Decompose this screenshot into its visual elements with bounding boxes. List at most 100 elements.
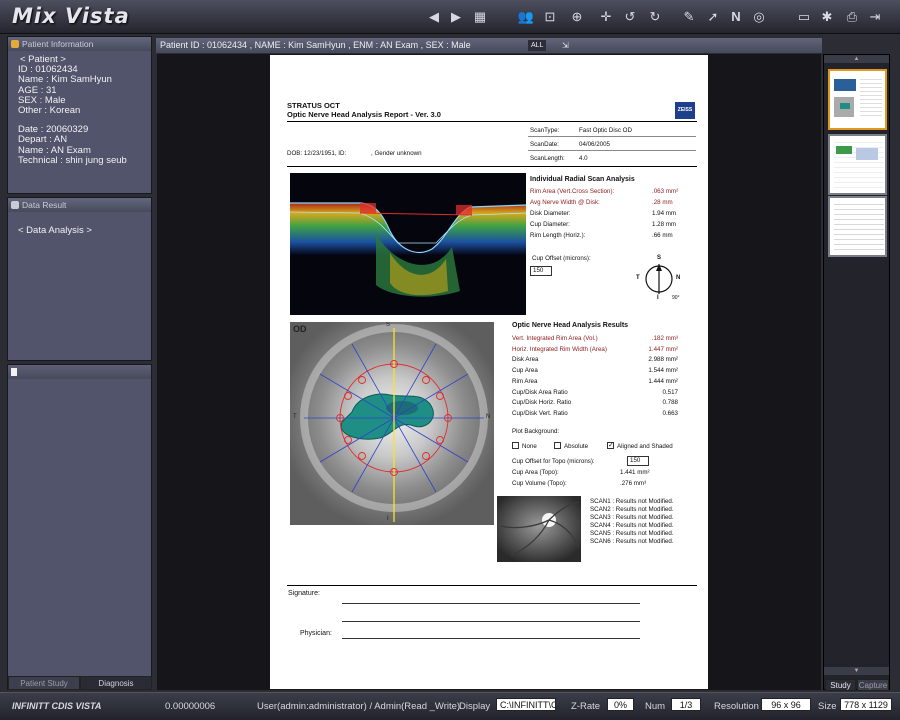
radial-title: Individual Radial Scan Analysis (530, 176, 635, 183)
plot-bg-absolute-checkbox[interactable] (554, 442, 561, 449)
result-label: Rim Area (512, 377, 538, 385)
patient-icon (11, 40, 19, 48)
result-value: .66 mm (652, 232, 673, 239)
rotate-left-icon[interactable]: ↺ (621, 8, 639, 26)
cup-offset-topo-label: Cup Offset for Topo (microns): (512, 458, 595, 465)
num-label: Num (645, 701, 666, 712)
cup-offset-value[interactable]: 150 (530, 266, 552, 276)
cup-volume-topo-value: .276 mm³ (620, 480, 647, 487)
result-label: Disk Area (512, 356, 539, 364)
result-value: .28 mm (652, 199, 673, 206)
cup-offset-topo-value[interactable]: 150 (627, 456, 649, 466)
study-technical: Technical : shin jung seub (18, 154, 127, 166)
compass-t: T (636, 275, 640, 281)
print-icon[interactable]: ⎙ (843, 8, 861, 26)
globe-icon[interactable]: ◎ (750, 8, 768, 26)
oct-scan-image (290, 173, 526, 315)
compass-graphic (645, 264, 673, 294)
arrow-right-icon[interactable]: ▶ (447, 8, 465, 26)
result-value: .182 mm³ (651, 335, 678, 342)
result-value: .063 mm² (652, 188, 679, 195)
orientation-compass: S T N I 90° (632, 255, 692, 303)
app-window: Mix Vista ◀ ▶ ▦ 👥 ⊡ ⊕ ✛ ↺ ↻ ✎ ➚ N ◎ ▭ ✱ … (0, 0, 900, 720)
status-user: User(admin:administrator) / Admin(Read _… (257, 701, 461, 712)
result-label: Cup Area (512, 367, 538, 375)
rotate-right-icon[interactable]: ↻ (646, 8, 664, 26)
scroll-down-icon[interactable]: ▼ (824, 667, 889, 675)
od-label: OD (293, 324, 307, 334)
result-label: Cup/Disk Vert. Ratio (512, 409, 568, 417)
cup-area-topo-value: 1.441 mm² (620, 469, 650, 476)
signature-line-2 (342, 621, 640, 622)
disc-map-graphic (290, 322, 494, 525)
compass-s: S (657, 255, 662, 261)
scroll-up-icon[interactable]: ▲ (824, 55, 889, 63)
scan-status-line: SCAN1 : Results not Modified. (590, 498, 674, 505)
plot-bg-none-checkbox[interactable] (512, 442, 519, 449)
onh-title: Optic Nerve Head Analysis Results (512, 322, 629, 329)
patient-header-text: Patient ID : 01062434 , NAME : Kim SamHy… (160, 40, 471, 50)
plot-bg-aligned-checkbox[interactable]: ✓ (607, 442, 614, 449)
settings-icon[interactable]: ✱ (818, 8, 836, 26)
pan-icon[interactable]: ✛ (597, 8, 615, 26)
left-tabs: Patient Study Diagnosis (8, 676, 152, 690)
fit-screen-icon[interactable]: ⊡ (541, 8, 559, 26)
result-value: 1.28 mm (652, 221, 677, 228)
result-label: Avg Nerve Width @ Disk: (530, 199, 600, 206)
exit-icon[interactable]: ⇥ (866, 8, 884, 26)
result-label: Rim Area (Vert.Cross Section): (530, 188, 615, 195)
data-analysis-nav[interactable]: < Data Analysis > (8, 212, 151, 236)
signature-label: Signature: (288, 590, 320, 597)
map-n: N (486, 414, 491, 420)
divider (287, 585, 697, 586)
tab-study[interactable]: Study (825, 679, 856, 691)
thumb-text-preview (860, 79, 882, 117)
plot-bg-aligned-label: Aligned and Shaded (617, 443, 673, 450)
all-button[interactable]: ALL (528, 40, 547, 51)
grid-layout-icon[interactable]: ▦ (471, 8, 489, 26)
resolution-label: Resolution (714, 701, 759, 712)
result-label: Vert. Integrated Rim Area (Vol.) (512, 335, 598, 342)
result-value: 1.447 mm² (648, 345, 678, 353)
fundus-photo (497, 496, 581, 562)
image-viewer[interactable]: STRATUS OCT Optic Nerve Head Analysis Re… (157, 54, 821, 690)
result-value: 0.517 (662, 388, 678, 396)
tab-diagnosis[interactable]: Diagnosis (80, 676, 152, 690)
thumb-graph-preview (856, 148, 878, 160)
tab-patient-study[interactable]: Patient Study (8, 676, 80, 690)
status-value: 0.00000006 (165, 701, 216, 712)
resolution-value: 96 x 96 (761, 698, 811, 711)
tab-capture[interactable]: Capture (857, 679, 889, 691)
report-subtitle: Optic Nerve Head Analysis Report - Ver. … (287, 110, 441, 119)
thumbnail-2[interactable] (828, 134, 887, 195)
size-value: 778 x 1129 (840, 698, 892, 711)
scan-type-label: ScanType: (530, 127, 560, 134)
divider (528, 136, 696, 137)
report-title: STRATUS OCT (287, 101, 340, 110)
divider (287, 166, 697, 167)
plot-bg-none-label: None (522, 443, 537, 450)
pointer-icon[interactable]: ➚ (704, 8, 722, 26)
edit-icon[interactable]: ✎ (680, 8, 698, 26)
users-icon[interactable]: 👥 (517, 8, 535, 26)
map-s: S (386, 322, 391, 328)
thumbnail-panel: ▲ ▼ Study Capture (823, 54, 890, 691)
result-value: 2.988 mm² (648, 356, 678, 364)
thumbnail-3[interactable] (828, 196, 887, 257)
result-value: 0.788 (662, 399, 678, 407)
zrate-value: 0% (607, 698, 634, 711)
cup-offset-label: Cup Offset (microns): (532, 255, 591, 262)
scan-status-line: SCAN3 : Results not Modified. (590, 514, 674, 521)
result-label: Horiz. Integrated Rim Width (Area) (512, 345, 607, 353)
window-layout-icon[interactable]: ▭ (795, 8, 813, 26)
panel-header: Data Result (8, 198, 151, 212)
panel-title: Data Result (22, 200, 67, 210)
compass-i: I (657, 295, 659, 301)
arrow-left-icon[interactable]: ◀ (425, 8, 443, 26)
report-page: STRATUS OCT Optic Nerve Head Analysis Re… (270, 55, 708, 689)
result-label: Cup Diameter: (530, 221, 570, 228)
dropdown-icon[interactable]: ⇲ (562, 40, 569, 51)
thumbnail-1[interactable] (828, 69, 887, 130)
zoom-icon[interactable]: ⊕ (568, 8, 586, 26)
text-annotation-icon[interactable]: N (727, 8, 745, 26)
